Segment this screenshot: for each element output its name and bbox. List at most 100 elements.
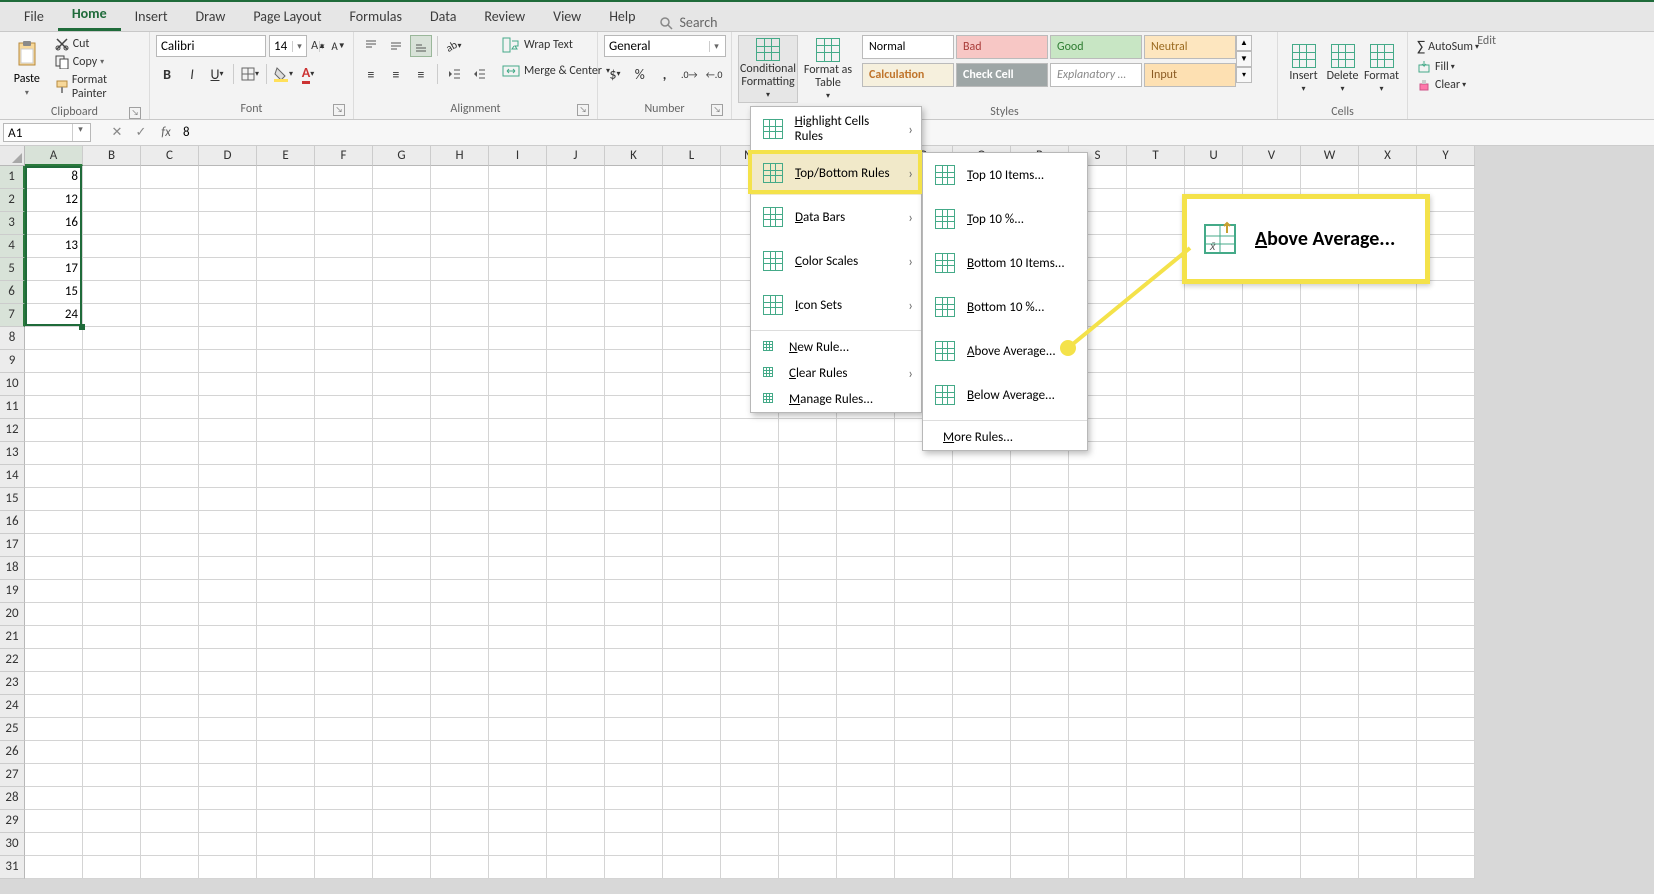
cell[interactable] (1069, 810, 1127, 833)
row-header[interactable]: 23 (0, 672, 25, 695)
cell[interactable] (257, 442, 315, 465)
cell[interactable] (1185, 580, 1243, 603)
cell[interactable] (83, 833, 141, 856)
cell[interactable] (257, 419, 315, 442)
cell[interactable] (199, 235, 257, 258)
cell[interactable] (373, 511, 431, 534)
cell[interactable] (1417, 626, 1475, 649)
col-header[interactable]: L (663, 146, 721, 166)
font-color-button[interactable]: A▾ (297, 63, 319, 85)
cell[interactable] (199, 189, 257, 212)
cell[interactable] (779, 833, 837, 856)
cell[interactable] (1069, 787, 1127, 810)
cell[interactable] (1185, 672, 1243, 695)
cell[interactable] (257, 787, 315, 810)
enter-formula-icon[interactable]: ✓ (129, 125, 153, 140)
cell[interactable] (1301, 649, 1359, 672)
col-header[interactable]: E (257, 146, 315, 166)
cell[interactable] (663, 235, 721, 258)
cell[interactable] (83, 465, 141, 488)
launcher-icon[interactable]: ↘ (129, 107, 141, 119)
cell[interactable] (1185, 488, 1243, 511)
cell[interactable] (1359, 626, 1417, 649)
cell[interactable] (199, 166, 257, 189)
chevron-down-icon[interactable]: ▾ (292, 41, 306, 52)
cell[interactable] (141, 419, 199, 442)
cell[interactable] (605, 511, 663, 534)
cell[interactable] (431, 350, 489, 373)
accounting-icon[interactable]: $▾ (604, 63, 626, 85)
cell[interactable] (1127, 718, 1185, 741)
cell[interactable] (1243, 787, 1301, 810)
cell[interactable] (1069, 718, 1127, 741)
cell[interactable] (25, 534, 83, 557)
cell[interactable] (373, 488, 431, 511)
cell[interactable] (1011, 649, 1069, 672)
cell[interactable] (1127, 833, 1185, 856)
menu-top-bottom-rules[interactable]: Top/Bottom Rules (751, 151, 921, 195)
cell[interactable] (489, 373, 547, 396)
cell[interactable] (1185, 511, 1243, 534)
cell[interactable] (1243, 534, 1301, 557)
font-size-combo[interactable]: ▾ (269, 35, 307, 57)
cell[interactable] (663, 281, 721, 304)
style-neutral[interactable]: Neutral (1144, 35, 1236, 59)
cell[interactable] (141, 764, 199, 787)
cell[interactable] (663, 626, 721, 649)
cell[interactable] (257, 856, 315, 879)
cell[interactable] (373, 281, 431, 304)
cell[interactable] (721, 810, 779, 833)
row-header[interactable]: 25 (0, 718, 25, 741)
cell[interactable] (1011, 833, 1069, 856)
cell[interactable] (547, 672, 605, 695)
cell[interactable] (547, 281, 605, 304)
cell[interactable] (1127, 419, 1185, 442)
cell[interactable] (489, 695, 547, 718)
cell[interactable] (373, 603, 431, 626)
cell[interactable] (605, 488, 663, 511)
cell[interactable] (83, 488, 141, 511)
cell[interactable] (837, 718, 895, 741)
col-header[interactable]: A (25, 146, 83, 166)
orientation-icon[interactable]: ab▾ (443, 35, 465, 57)
cell[interactable] (605, 212, 663, 235)
cell[interactable] (431, 718, 489, 741)
cell[interactable] (431, 557, 489, 580)
tab-page-layout[interactable]: Page Layout (239, 2, 335, 31)
cell[interactable] (141, 327, 199, 350)
cell[interactable] (141, 787, 199, 810)
row-header[interactable]: 6 (0, 281, 25, 304)
cell[interactable] (1417, 649, 1475, 672)
format-as-table-button[interactable]: Format as Table▾ (798, 35, 858, 103)
cell[interactable] (605, 327, 663, 350)
cell[interactable] (315, 511, 373, 534)
row-headers[interactable]: 1234567891011121314151617181920212223242… (0, 166, 25, 879)
cell[interactable] (1011, 810, 1069, 833)
cell[interactable] (1301, 304, 1359, 327)
cell[interactable] (141, 212, 199, 235)
cell[interactable] (1011, 580, 1069, 603)
col-header[interactable]: Y (1417, 146, 1475, 166)
cell[interactable] (489, 580, 547, 603)
cell[interactable] (605, 787, 663, 810)
cell[interactable] (663, 557, 721, 580)
border-button[interactable]: ▾ (239, 63, 261, 85)
row-header[interactable]: 8 (0, 327, 25, 350)
tab-draw[interactable]: Draw (182, 2, 240, 31)
cell[interactable] (25, 603, 83, 626)
cell[interactable] (779, 419, 837, 442)
cell[interactable] (199, 396, 257, 419)
cell[interactable] (1127, 787, 1185, 810)
cell[interactable] (1417, 442, 1475, 465)
cell[interactable] (489, 189, 547, 212)
cell[interactable] (25, 557, 83, 580)
cell[interactable] (721, 741, 779, 764)
cell[interactable] (779, 626, 837, 649)
cell[interactable] (257, 764, 315, 787)
menu-more-rules[interactable]: More Rules... (923, 424, 1087, 450)
cell[interactable] (257, 626, 315, 649)
cell[interactable] (721, 672, 779, 695)
cell[interactable] (1359, 419, 1417, 442)
cell[interactable] (257, 672, 315, 695)
cell[interactable] (315, 373, 373, 396)
